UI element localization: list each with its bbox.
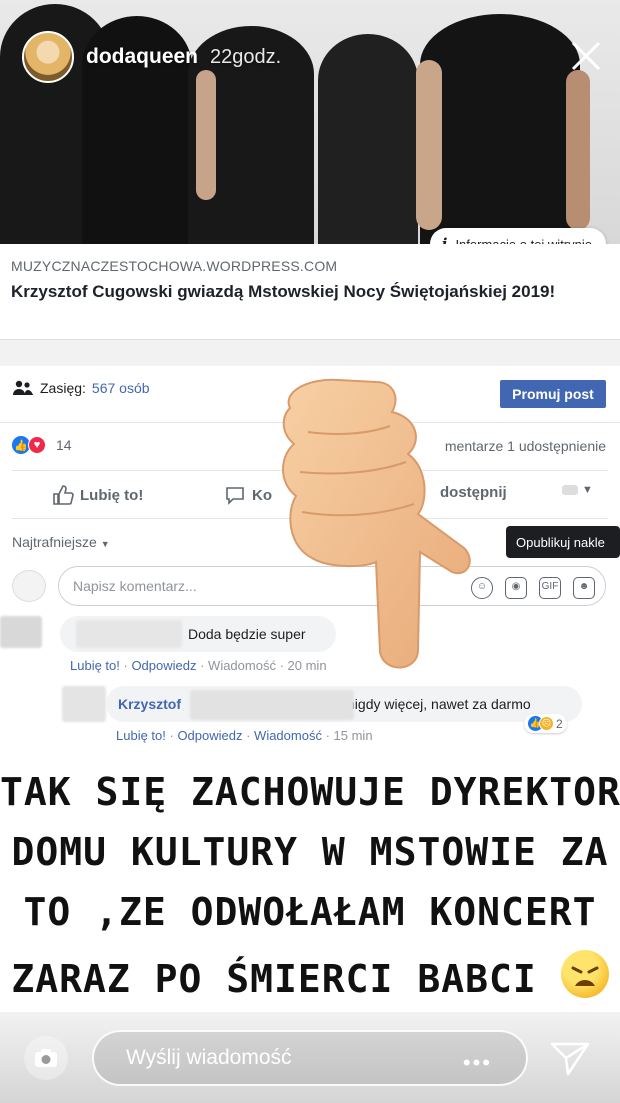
comment-button[interactable]: Ko — [224, 484, 272, 506]
more-options-icon[interactable]: ••• — [463, 1050, 492, 1076]
sticker-icon[interactable]: ☻ — [573, 577, 595, 599]
story-header: dodaqueen 22godz. — [22, 30, 281, 84]
close-icon[interactable] — [568, 38, 604, 74]
send-message-input[interactable]: Wyślij wiadomość ••• — [92, 1030, 528, 1086]
camera-icon — [35, 1049, 57, 1067]
caption-line: DOMU KULTURY W MSTOWIE ZA — [11, 830, 609, 874]
caption-line: ZARAZ PO ŚMIERCI BABCI — [0, 950, 620, 1001]
redacted-avatar — [62, 686, 106, 722]
link-domain: MUZYCZNACZESTOCHOWA.WORDPRESS.COM — [11, 258, 338, 274]
avatar[interactable] — [22, 31, 74, 83]
band-member-silhouette — [420, 14, 580, 244]
like-label: Lubię to! — [80, 486, 144, 504]
caption-line-text: ZARAZ PO ŚMIERCI BABCI — [11, 957, 537, 1001]
send-message-placeholder: Wyślij wiadomość — [126, 1046, 292, 1069]
reach-label: Zasięg: — [40, 380, 86, 396]
sort-label: Najtrafniejsze — [12, 534, 97, 550]
comment-reaction-count: 2 — [556, 716, 563, 731]
promote-post-button[interactable]: Promuj post — [500, 380, 606, 408]
redacted-avatar — [0, 616, 42, 648]
redacted-name — [190, 690, 354, 720]
comment-like-link[interactable]: Lubię to! — [70, 658, 120, 673]
comment-message-link[interactable]: Wiadomość — [208, 658, 276, 673]
reaction-summary[interactable]: 👍 ♥ 14 — [12, 436, 72, 454]
reach-row: Zasięg: 567 osób — [12, 380, 150, 396]
pointing-down-emoji-sticker — [282, 378, 471, 669]
comment-message-link[interactable]: Wiadomość — [254, 728, 322, 743]
comment-reply-link[interactable]: Odpowiedz — [131, 658, 196, 673]
people-icon — [13, 380, 33, 395]
arm-shape — [416, 60, 442, 230]
link-preview-card[interactable]: MUZYCZNACZESTOCHOWA.WORDPRESS.COM Krzysz… — [0, 244, 620, 340]
link-title[interactable]: Krzysztof Cugowski gwiazdą Mstowskiej No… — [11, 280, 601, 303]
post-as-selector[interactable]: ▼ — [562, 484, 593, 496]
story-caption: TAK SIĘ ZACHOWUJE DYREKTOR DOMU KULTURY … — [0, 752, 620, 1012]
comment-time: 15 min — [333, 728, 373, 743]
weary-face-emoji — [560, 950, 609, 998]
story-time: 22godz. — [210, 45, 282, 68]
sad-reaction-icon: ☹ — [539, 716, 554, 731]
thumbs-up-icon — [53, 485, 74, 505]
comment-meta: Lubię to! · Odpowiedz · Wiadomość · 15 m… — [116, 728, 373, 743]
caption-line: TO ,ZE ODWOŁAŁAM KONCERT — [23, 890, 597, 934]
comment-sort-dropdown[interactable]: Najtrafniejsze ▼ — [12, 534, 110, 550]
comment-placeholder: Napisz komentarz... — [73, 578, 197, 594]
comment-text: nigdy więcej, nawet za darmo — [347, 696, 531, 712]
reaction-count: 14 — [56, 437, 72, 453]
love-reaction-icon: ♥ — [28, 436, 46, 454]
band-member-silhouette — [318, 34, 418, 244]
comment-reply-link[interactable]: Odpowiedz — [177, 728, 242, 743]
comment-like-link[interactable]: Lubię to! — [116, 728, 166, 743]
camera-icon[interactable]: ◉ — [505, 577, 527, 599]
caret-down-icon: ▼ — [100, 539, 110, 549]
gif-icon[interactable]: GIF — [539, 577, 561, 599]
story-reply-bar: Wyślij wiadomość ••• — [0, 1012, 620, 1103]
page-avatar — [562, 485, 578, 495]
arm-shape — [566, 70, 590, 230]
camera-button[interactable] — [24, 1036, 68, 1080]
reach-count[interactable]: 567 osób — [92, 380, 150, 396]
like-button[interactable]: Lubię to! — [52, 484, 143, 506]
arm-shape — [196, 70, 216, 200]
send-icon[interactable] — [548, 1038, 592, 1078]
caption-line: TAK SIĘ ZACHOWUJE DYREKTOR — [0, 770, 620, 814]
page-avatar — [12, 570, 46, 602]
comment-reactions[interactable]: 👍 ☹ 2 — [524, 714, 567, 733]
comment-author[interactable]: Krzysztof — [118, 696, 181, 712]
comment-icon — [226, 487, 244, 505]
chevron-down-icon: ▼ — [582, 484, 593, 496]
story-username[interactable]: dodaqueen — [86, 45, 198, 69]
sticker-tooltip: Opublikuj nakle — [506, 526, 620, 558]
redacted-name — [76, 620, 182, 648]
